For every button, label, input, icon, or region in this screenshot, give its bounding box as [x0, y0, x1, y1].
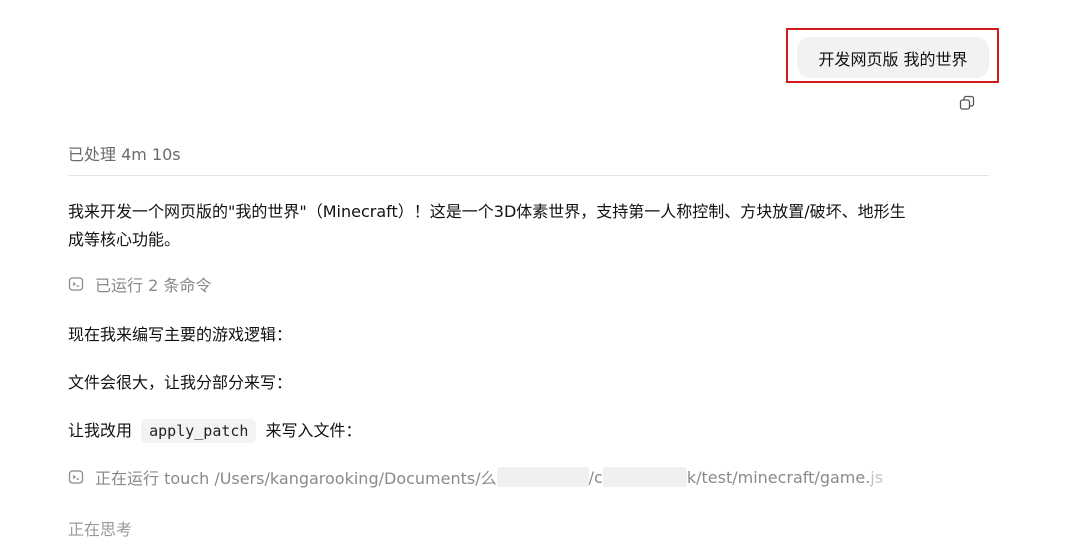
terminal-icon	[68, 470, 84, 484]
file-large-text: 文件会很大，让我分部分来写：	[68, 373, 293, 392]
divider	[68, 175, 989, 176]
assistant-intro-line1: 我来开发一个网页版的"我的世界"（Minecraft）！这是一个3D体素世界，支…	[68, 202, 906, 221]
running-command-seg2: /c	[588, 467, 603, 487]
ran-commands-row[interactable]: 已运行 2 条命令	[68, 272, 211, 296]
terminal-icon	[68, 277, 84, 291]
redacted-block	[602, 467, 687, 487]
assistant-intro-line2: 成等核心功能。	[68, 230, 181, 249]
copy-icon[interactable]	[958, 94, 976, 112]
running-command-prefix: 正在运行 touch /Users/kangarooking/Documents…	[95, 469, 481, 488]
running-command-seg1: 么	[480, 469, 497, 488]
running-command-row[interactable]: 正在运行 touch /Users/kangarooking/Documents…	[68, 465, 883, 489]
patch-prefix: 让我改用	[68, 421, 133, 440]
inline-code: apply_patch	[141, 419, 257, 443]
apply-patch-text: 让我改用 apply_patch 来写入文件：	[68, 417, 362, 445]
processed-status[interactable]: 已处理 4m 10s	[68, 141, 181, 165]
redacted-block	[496, 467, 589, 487]
user-message-text: 开发网页版 我的世界	[818, 49, 968, 69]
thinking-status: 正在思考	[68, 520, 133, 539]
writing-logic-text: 现在我来编写主要的游戏逻辑：	[68, 325, 293, 344]
ran-commands-label: 已运行 2 条命令	[95, 276, 212, 295]
user-message-bubble: 开发网页版 我的世界	[797, 37, 989, 78]
chat-page: 开发网页版 我的世界 已处理 4m 10s 我来开发一个网页版的"我的世界"（M…	[0, 0, 1080, 553]
running-command-seg4: js	[870, 467, 884, 487]
running-command-seg3: k/test/minecraft/game.	[686, 467, 871, 487]
patch-suffix: 来写入文件：	[265, 421, 362, 440]
